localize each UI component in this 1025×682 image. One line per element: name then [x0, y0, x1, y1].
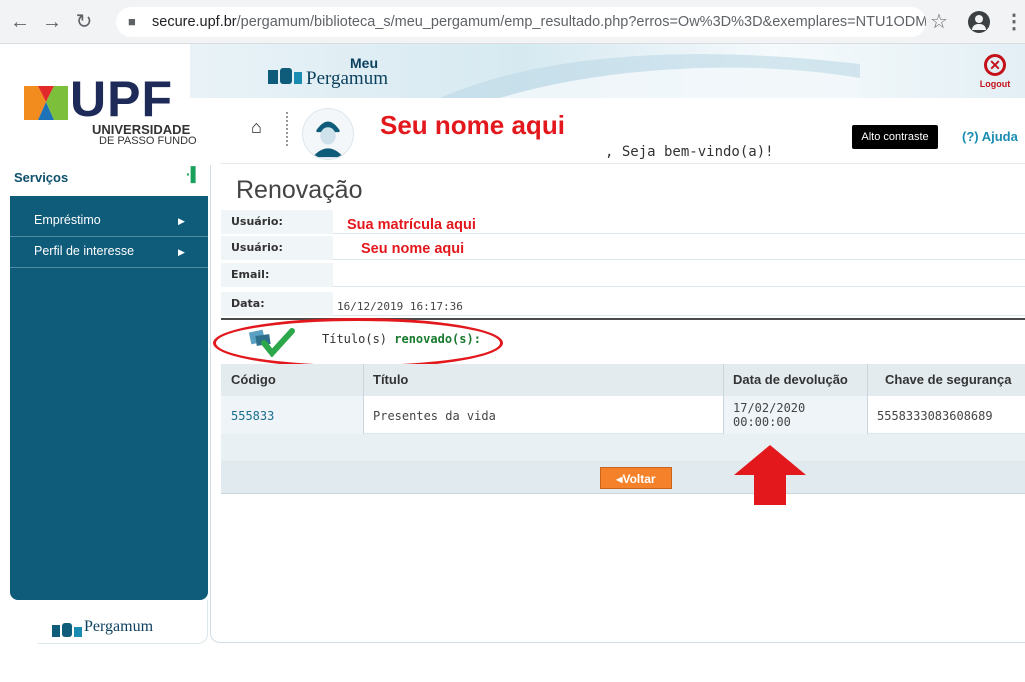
- avatar: [302, 108, 354, 160]
- table-header: Código Título Data de devolução Chave de…: [221, 364, 1025, 396]
- table-footer: [221, 434, 1025, 462]
- sidebar-item-perfil[interactable]: Perfil de interesse ▶: [10, 238, 208, 268]
- pin-icon[interactable]: ·▌: [186, 166, 201, 182]
- matricula-value: Sua matrícula aqui: [347, 217, 476, 233]
- header-codigo: Código: [231, 372, 276, 387]
- sidebar-item-emprestimo[interactable]: Empréstimo ▶: [10, 207, 208, 237]
- info-row-usuario-nome: Usuário:: [221, 236, 1025, 260]
- cell-titulo: Presentes da vida: [373, 409, 496, 423]
- services-title: Serviços: [14, 170, 69, 185]
- header-titulo: Título: [373, 372, 409, 387]
- cell-codigo: 555833: [231, 409, 275, 423]
- pergamum-logo-icon: [268, 68, 302, 84]
- high-contrast-button[interactable]: Alto contraste: [852, 125, 938, 149]
- upf-logo-text: UPF: [70, 71, 173, 127]
- cell-data-date: 17/02/2020: [733, 401, 806, 415]
- menu-dots-icon[interactable]: ⋮: [1004, 9, 1024, 34]
- cell-chave: 5558333083608689: [877, 409, 993, 423]
- star-icon[interactable]: ☆: [930, 9, 948, 34]
- annotation-up-arrow-icon: [734, 445, 806, 505]
- pergamum-footer-label: Pergamum: [84, 618, 154, 635]
- data-label: Data:: [231, 297, 265, 310]
- column-divider: [723, 364, 724, 434]
- column-divider: [867, 364, 868, 434]
- cell-data-time: 00:00:00: [733, 415, 791, 429]
- column-divider: [363, 364, 364, 434]
- lock-icon: ■: [128, 14, 136, 29]
- back-arrow-icon[interactable]: ←: [8, 10, 32, 34]
- header-data-devolucao: Data de devolução: [733, 372, 848, 387]
- reload-icon[interactable]: ↻: [72, 10, 96, 34]
- data-value: 16/12/2019 16:17:36: [337, 300, 463, 313]
- upf-logo-sub2: DE PASSO FUNDO: [99, 135, 197, 147]
- page-title: Renovação: [236, 176, 363, 204]
- sidebar-item-label: Perfil de interesse: [34, 244, 135, 258]
- info-row-usuario: Usuário:: [221, 210, 1025, 234]
- url-host: secure.upf.br: [152, 14, 237, 30]
- address-bar[interactable]: ■ secure.upf.br/pergamum/biblioteca_s/meu…: [116, 7, 926, 37]
- usuario-label-2: Usuário:: [231, 241, 283, 254]
- back-button-label: Voltar: [622, 472, 656, 486]
- upf-logo-mark-icon: [24, 86, 68, 120]
- pergamum-brand: Pergamum: [306, 68, 388, 89]
- email-label: Email:: [231, 268, 270, 281]
- logout-label: Logout: [979, 79, 1011, 89]
- banner-wave-decoration: [440, 54, 860, 98]
- pergamum-footer-icon: [52, 623, 82, 637]
- services-header: Serviços ·▌: [0, 164, 210, 190]
- logout-button[interactable]: ✕ Logout: [974, 52, 1016, 96]
- usuario-label: Usuário:: [231, 215, 283, 228]
- info-row-email: Email:: [221, 263, 1025, 287]
- close-circle-icon: ✕: [984, 54, 1006, 76]
- forward-arrow-icon[interactable]: →: [40, 10, 64, 34]
- home-icon[interactable]: ⌂: [251, 117, 262, 138]
- table-row: 555833 Presentes da vida 17/02/2020 00:0…: [221, 396, 1025, 434]
- nome-value: Seu nome aqui: [361, 241, 465, 257]
- caret-right-icon: ▶: [178, 216, 185, 226]
- welcome-text: , Seja bem-vindo(a)!: [605, 144, 774, 160]
- account-icon[interactable]: [968, 11, 990, 33]
- caret-right-icon: ▶: [178, 247, 185, 257]
- annotation-ellipse: [213, 318, 503, 368]
- help-link[interactable]: (?) Ajuda: [962, 129, 1018, 144]
- back-button[interactable]: ◂Voltar: [600, 467, 672, 489]
- user-name: Seu nome aqui: [380, 110, 565, 140]
- browser-toolbar: ← → ↻ ■ secure.upf.br/pergamum/biblioteca…: [0, 0, 1025, 44]
- sidebar-item-label: Empréstimo: [34, 213, 101, 227]
- url-path: /pergamum/biblioteca_s/meu_pergamum/emp_…: [236, 14, 926, 30]
- header-chave: Chave de segurança: [885, 372, 1012, 387]
- separator: [286, 112, 288, 146]
